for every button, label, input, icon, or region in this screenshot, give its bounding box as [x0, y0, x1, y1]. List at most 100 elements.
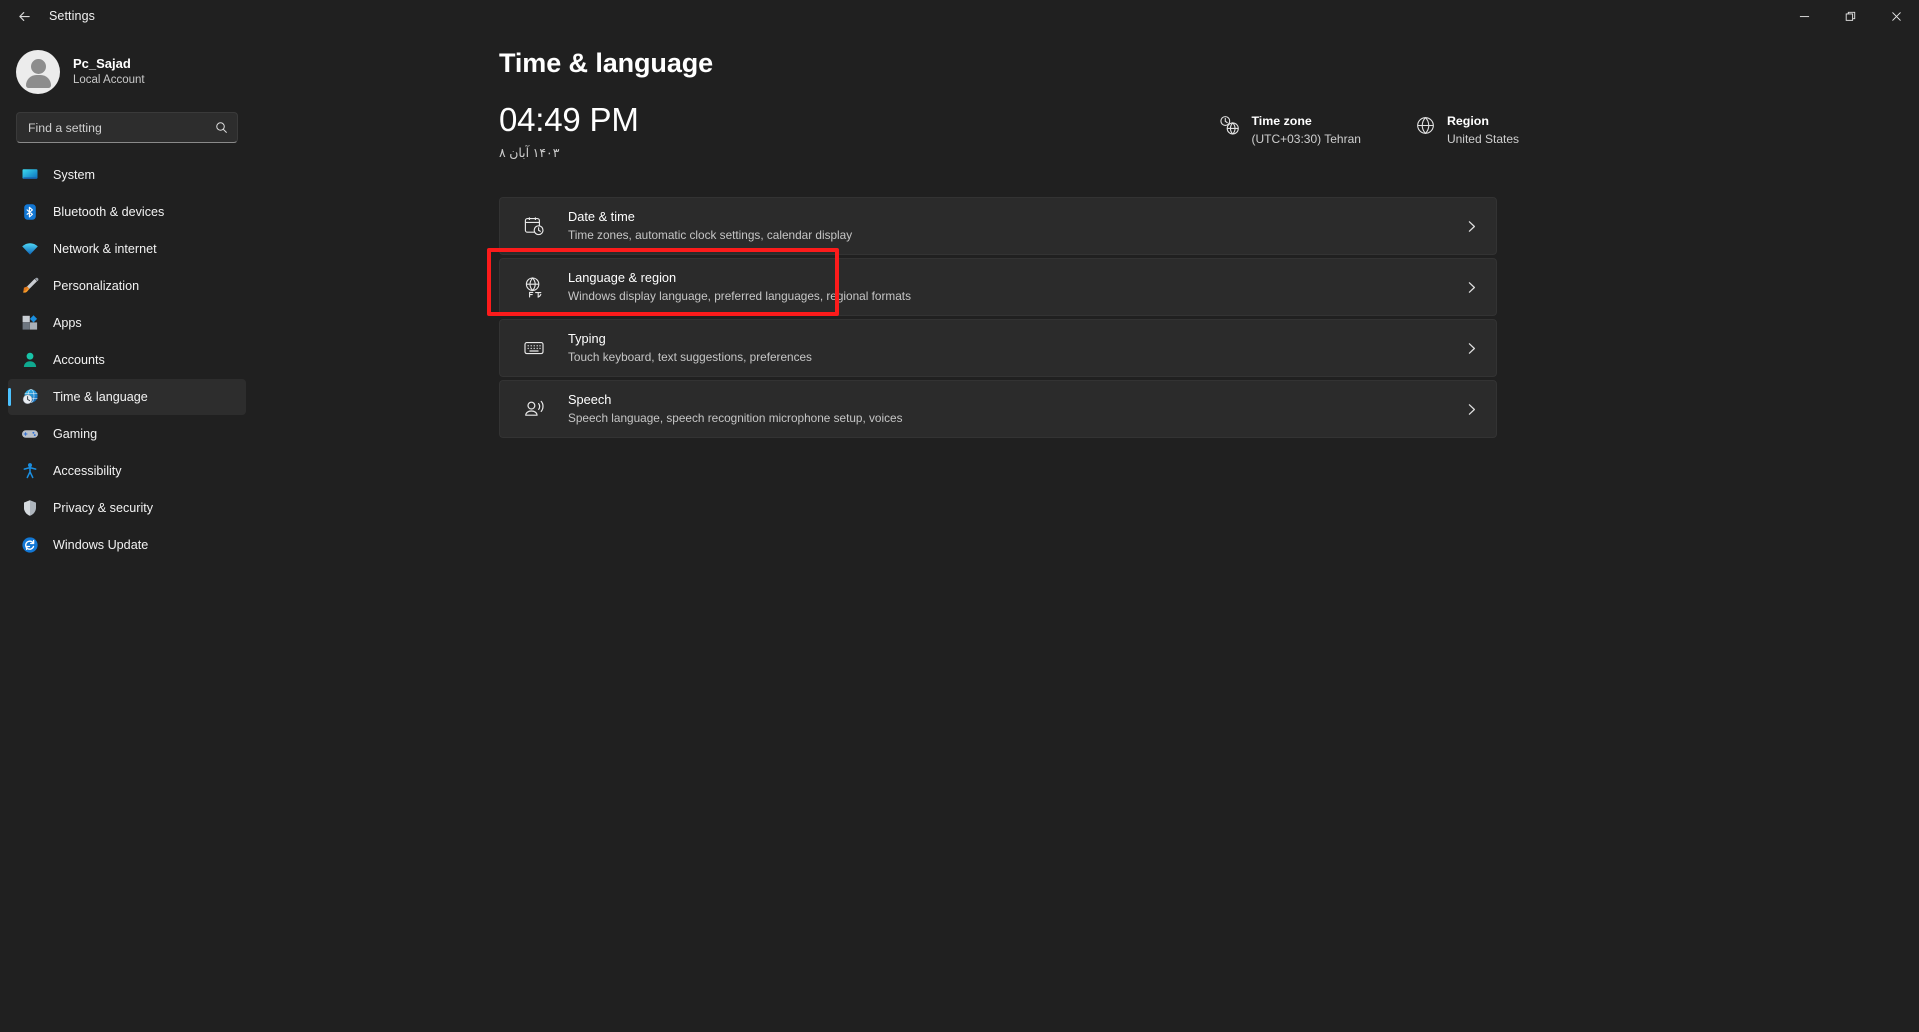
restore-button[interactable] — [1827, 0, 1873, 32]
sidebar-item-system[interactable]: System — [8, 157, 246, 193]
search-box[interactable] — [16, 112, 238, 143]
accessibility-icon — [20, 461, 40, 481]
speech-icon — [520, 398, 548, 420]
card-subtitle: Time zones, automatic clock settings, ca… — [568, 227, 853, 242]
account-name: Pc_Sajad — [73, 55, 131, 71]
timezone-label: Time zone — [1251, 114, 1312, 128]
globe-icon — [1415, 113, 1436, 136]
sidebar-item-label: Bluetooth & devices — [53, 205, 165, 219]
timezone-value: (UTC+03:30) Tehran — [1251, 131, 1361, 146]
sidebar-item-personalization[interactable]: Personalization — [8, 268, 246, 304]
main-content: Time & language 04:49 PM ۱۴۰۳ آبان ۸ Tim… — [254, 32, 1919, 1032]
shield-icon — [20, 498, 40, 518]
region-label: Region — [1446, 114, 1489, 128]
chevron-right-icon — [1465, 403, 1478, 416]
language-globe-icon — [520, 276, 548, 298]
sidebar-item-gaming[interactable]: Gaming — [8, 416, 246, 452]
card-wrap-speech: Speech Speech language, speech recogniti… — [499, 380, 1559, 438]
account-type: Local Account — [73, 74, 145, 87]
sidebar-item-privacy-security[interactable]: Privacy & security — [8, 490, 246, 526]
apps-icon — [20, 313, 40, 333]
current-date: ۱۴۰۳ آبان ۸ — [499, 145, 560, 160]
card-text: Date & time Time zones, automatic clock … — [568, 209, 1465, 243]
chevron-right-icon — [1465, 220, 1478, 233]
minimize-icon — [1799, 15, 1809, 17]
sidebar-item-label: Gaming — [53, 427, 98, 441]
window-controls — [1781, 0, 1919, 32]
keyboard-icon — [520, 337, 548, 359]
card-wrap-language-region: Language & region Windows display langua… — [487, 248, 1559, 316]
sidebar-item-label: Apps — [53, 316, 82, 330]
sidebar-item-label: Privacy & security — [53, 501, 154, 515]
settings-card-list: Date & time Time zones, automatic clock … — [487, 197, 1559, 438]
page-title: Time & language — [499, 48, 714, 78]
card-title: Language & region — [568, 270, 677, 286]
calendar-clock-icon — [520, 215, 548, 237]
chevron-right-icon — [1465, 281, 1478, 294]
settings-card-typing[interactable]: Typing Touch keyboard, text suggestions,… — [499, 319, 1497, 377]
card-text: Speech Speech language, speech recogniti… — [568, 392, 1465, 426]
close-icon — [1891, 11, 1901, 21]
settings-card-language-region[interactable]: Language & region Windows display langua… — [499, 258, 1497, 316]
settings-card-speech[interactable]: Speech Speech language, speech recogniti… — [499, 380, 1497, 438]
update-icon — [20, 535, 40, 555]
chevron-right-icon — [1465, 342, 1478, 355]
current-time: 04:49 PM — [499, 101, 639, 138]
card-wrap-typing: Typing Touch keyboard, text suggestions,… — [499, 319, 1559, 377]
sidebar-item-bluetooth-devices[interactable]: Bluetooth & devices — [8, 194, 246, 230]
card-title: Speech — [568, 392, 612, 408]
back-arrow-icon — [18, 11, 30, 21]
sidebar-nav: System Bluetooth & devices Network & int… — [0, 157, 254, 563]
region-value: United States — [1446, 131, 1519, 146]
wifi-icon — [20, 239, 40, 259]
sidebar-item-accessibility[interactable]: Accessibility — [8, 453, 246, 489]
bluetooth-icon — [20, 202, 40, 222]
sidebar-item-label: System — [53, 168, 95, 182]
avatar — [16, 50, 60, 94]
sidebar-item-apps[interactable]: Apps — [8, 305, 246, 341]
card-text: Language & region Windows display langua… — [568, 270, 1465, 304]
card-title: Typing — [568, 331, 606, 347]
sidebar-item-label: Time & language — [53, 390, 148, 404]
avatar-body — [25, 75, 51, 88]
card-wrap-date-time: Date & time Time zones, automatic clock … — [499, 197, 1559, 255]
card-title: Date & time — [568, 209, 635, 225]
timezone-summary: Time zone (UTC+03:30) Tehran — [1219, 113, 1361, 146]
gamepad-icon — [20, 424, 40, 444]
settings-card-date-time[interactable]: Date & time Time zones, automatic clock … — [499, 197, 1497, 255]
sidebar-item-label: Accessibility — [53, 464, 122, 478]
sidebar-item-label: Network & internet — [53, 242, 157, 256]
minimize-button[interactable] — [1781, 0, 1827, 32]
card-subtitle: Speech language, speech recognition micr… — [568, 410, 903, 425]
monitor-icon — [20, 165, 40, 185]
app-shell: Pc_Sajad Local Account Find a setting Sy… — [0, 32, 1919, 1032]
restore-icon — [1845, 11, 1855, 21]
sidebar: Pc_Sajad Local Account Find a setting Sy… — [0, 32, 254, 1032]
sidebar-item-label: Accounts — [53, 353, 105, 367]
sidebar-item-label: Personalization — [53, 279, 140, 293]
clock-globe-icon — [1219, 113, 1240, 136]
card-subtitle: Touch keyboard, text suggestions, prefer… — [568, 349, 812, 364]
paintbrush-icon — [20, 276, 40, 296]
app-title: Settings — [49, 9, 95, 23]
sidebar-item-accounts[interactable]: Accounts — [8, 342, 246, 378]
card-subtitle: Windows display language, preferred lang… — [568, 288, 911, 303]
region-summary: Region United States — [1415, 113, 1519, 146]
time-summary: 04:49 PM ۱۴۰۳ آبان ۸ Time zone (UTC+03:3… — [499, 101, 1559, 175]
title-bar: Settings — [0, 0, 1919, 32]
sidebar-item-network-internet[interactable]: Network & internet — [8, 231, 246, 267]
summary-right: Time zone (UTC+03:30) Tehran Region Unit… — [1219, 103, 1559, 146]
back-button[interactable] — [8, 0, 40, 32]
avatar-head — [30, 59, 46, 74]
close-button[interactable] — [1873, 0, 1919, 32]
account-block[interactable]: Pc_Sajad Local Account — [0, 40, 254, 108]
clock-block: 04:49 PM ۱۴۰۳ آبان ۸ — [499, 101, 639, 160]
person-icon — [20, 350, 40, 370]
sidebar-item-label: Windows Update — [53, 538, 149, 552]
account-text: Pc_Sajad Local Account — [73, 56, 145, 88]
clock-globe-icon — [20, 387, 40, 407]
sidebar-item-windows-update[interactable]: Windows Update — [8, 527, 246, 563]
search-input[interactable] — [28, 120, 215, 135]
sidebar-item-time-language[interactable]: Time & language — [8, 379, 246, 415]
search-icon — [215, 121, 228, 134]
